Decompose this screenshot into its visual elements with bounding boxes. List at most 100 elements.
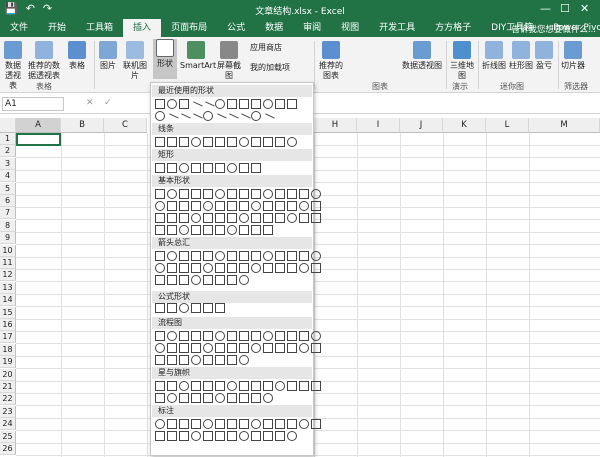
row-header[interactable]: 26 (0, 443, 16, 455)
row-header[interactable]: 9 (0, 232, 16, 245)
shape-option-icon[interactable] (179, 331, 189, 341)
column-header[interactable]: I (357, 118, 400, 133)
row-header[interactable]: 22 (0, 393, 16, 406)
row-header[interactable]: 2 (0, 145, 16, 158)
recommended-charts-button[interactable]: 推荐的图表 (318, 41, 344, 81)
column-header[interactable]: B (61, 118, 104, 133)
shape-option-icon[interactable] (191, 343, 201, 353)
shape-option-icon[interactable] (167, 213, 177, 223)
shape-option-icon[interactable] (299, 381, 309, 391)
sparkline-column-button[interactable]: 柱形图 (508, 41, 534, 71)
shape-option-icon[interactable] (227, 213, 237, 223)
shape-option-icon[interactable] (191, 189, 201, 199)
row-header[interactable]: 17 (0, 331, 16, 344)
shape-option-icon[interactable] (155, 431, 165, 441)
shape-option-icon[interactable] (299, 213, 309, 223)
shape-option-icon[interactable] (203, 189, 213, 199)
store-button[interactable]: 应用商店 (250, 43, 306, 53)
sparkline-line-button[interactable]: 折线图 (480, 41, 508, 71)
tab-page-layout[interactable]: 页面布局 (161, 19, 217, 37)
shape-option-icon[interactable] (155, 419, 165, 429)
shape-option-icon[interactable] (263, 343, 273, 353)
name-box[interactable]: A1 (2, 97, 64, 111)
shape-option-icon[interactable] (215, 275, 225, 285)
shape-option-icon[interactable] (179, 137, 189, 147)
row-header[interactable]: 23 (0, 405, 16, 418)
shape-option-icon[interactable] (215, 381, 225, 391)
pivottable-button[interactable]: 数据透视表 (2, 41, 24, 91)
shape-option-icon[interactable] (215, 331, 225, 341)
shape-option-icon[interactable] (191, 251, 201, 261)
shape-option-icon[interactable] (203, 213, 213, 223)
shape-option-icon[interactable] (203, 303, 213, 313)
shape-option-icon[interactable] (167, 303, 177, 313)
shape-option-icon[interactable] (239, 381, 249, 391)
shape-option-icon[interactable] (155, 303, 165, 313)
shape-option-icon[interactable] (239, 189, 249, 199)
pictures-button[interactable]: 图片 (98, 41, 118, 71)
shape-option-icon[interactable] (251, 393, 261, 403)
shape-option-icon[interactable] (215, 263, 225, 273)
shape-option-icon[interactable] (191, 263, 201, 273)
table-button[interactable]: 表格 (66, 41, 88, 71)
row-header[interactable]: 10 (0, 244, 16, 257)
shape-option-icon[interactable] (227, 331, 237, 341)
shape-option-icon[interactable] (275, 251, 285, 261)
shape-option-icon[interactable] (167, 393, 177, 403)
shape-option-icon[interactable] (299, 343, 309, 353)
shape-option-icon[interactable] (239, 137, 249, 147)
shape-option-icon[interactable] (287, 99, 297, 109)
shape-option-icon[interactable] (215, 225, 225, 235)
shape-option-icon[interactable] (203, 225, 213, 235)
shape-option-icon[interactable] (311, 213, 321, 223)
3d-map-button[interactable]: 三维地图 (448, 41, 476, 81)
shape-option-icon[interactable] (167, 99, 177, 109)
shape-option-icon[interactable] (227, 419, 237, 429)
row-header[interactable]: 11 (0, 257, 16, 269)
shape-option-icon[interactable] (275, 263, 285, 273)
shape-option-icon[interactable] (179, 393, 189, 403)
shape-option-icon[interactable] (287, 419, 297, 429)
row-header[interactable]: 5 (0, 182, 16, 195)
shape-option-icon[interactable] (227, 225, 237, 235)
shape-option-icon[interactable] (311, 251, 321, 261)
shape-option-icon[interactable] (263, 331, 273, 341)
pivotchart-button[interactable]: 数据透视图 (400, 41, 444, 71)
row-header[interactable]: 20 (0, 368, 16, 381)
shape-option-icon[interactable] (179, 303, 189, 313)
shape-option-icon[interactable] (215, 213, 225, 223)
shape-option-icon[interactable] (191, 137, 201, 147)
shape-option-icon[interactable] (239, 99, 249, 109)
shape-option-icon[interactable] (191, 163, 201, 173)
row-header[interactable]: 8 (0, 219, 16, 232)
row-header[interactable]: 14 (0, 294, 16, 307)
shape-option-icon[interactable] (263, 137, 273, 147)
row-header[interactable]: 7 (0, 207, 16, 220)
tab-developer[interactable]: 开发工具 (369, 19, 425, 37)
shape-option-icon[interactable] (179, 263, 189, 273)
shape-option-icon[interactable] (251, 431, 261, 441)
shape-option-icon[interactable] (251, 331, 261, 341)
shape-option-icon[interactable] (227, 163, 237, 173)
shape-option-icon[interactable] (167, 431, 177, 441)
shape-option-icon[interactable] (203, 201, 213, 211)
close-icon[interactable]: ✕ (580, 2, 589, 15)
shape-option-icon[interactable] (215, 419, 225, 429)
tab-toolbox[interactable]: 工具箱 (76, 19, 123, 37)
shape-option-icon[interactable] (155, 163, 165, 173)
smartart-button[interactable]: SmartArt (180, 41, 216, 71)
row-header[interactable]: 15 (0, 306, 16, 319)
select-all-corner[interactable] (0, 118, 16, 133)
tab-file[interactable]: 文件 (0, 19, 38, 37)
shape-option-icon[interactable] (167, 419, 177, 429)
shape-option-icon[interactable] (203, 355, 213, 365)
shape-option-icon[interactable] (203, 331, 213, 341)
shape-option-icon[interactable] (191, 381, 201, 391)
shape-option-icon[interactable] (203, 343, 213, 353)
row-header[interactable]: 1 (0, 133, 16, 145)
shape-option-icon[interactable] (167, 263, 177, 273)
tab-formulas[interactable]: 公式 (217, 19, 255, 37)
column-header[interactable]: A (16, 118, 61, 133)
row-header[interactable]: 21 (0, 381, 16, 393)
shape-option-icon[interactable] (227, 263, 237, 273)
